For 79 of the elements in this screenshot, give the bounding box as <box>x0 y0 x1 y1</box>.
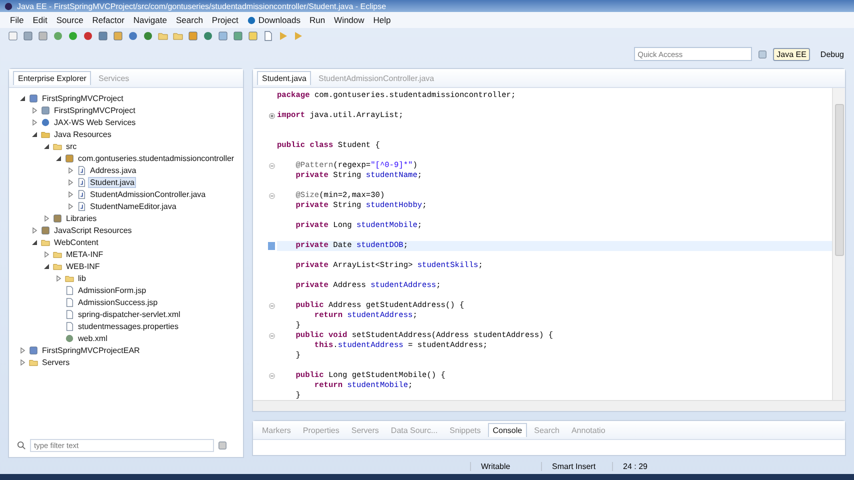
tree-item[interactable]: src <box>65 142 78 150</box>
expand-arrow-icon[interactable] <box>67 166 74 174</box>
java-file-icon <box>77 190 86 198</box>
tree-item[interactable]: Libraries <box>65 214 98 222</box>
collapse-fold-icon[interactable] <box>269 163 275 169</box>
tree-item[interactable]: WEB-INF <box>65 262 101 270</box>
panel-tab[interactable]: Console <box>488 423 528 437</box>
expand-arrow-icon[interactable] <box>43 250 50 258</box>
expand-arrow-icon[interactable] <box>19 358 26 366</box>
menu-item[interactable]: Source <box>52 15 88 25</box>
java-file-icon <box>77 178 86 186</box>
tree-item[interactable]: FirstSpringMVCProject <box>53 106 136 114</box>
tree-item[interactable]: StudentNameEditor.java <box>89 202 178 210</box>
eclipse-logo-icon <box>4 2 13 10</box>
bookmark-marker-icon <box>268 242 275 250</box>
collapse-fold-icon[interactable] <box>269 303 275 309</box>
tree-item[interactable]: META-INF <box>65 250 104 258</box>
window-title: Java EE - FirstSpringMVCProject/src/com/gontuseries/studentadmissioncontroller/Student.java - Eclipse <box>17 2 386 10</box>
tree-item[interactable]: com.gontuseries.studentadmissioncontroller <box>77 154 236 162</box>
menu-item[interactable]: Search <box>172 15 207 25</box>
java-file-icon <box>77 202 86 210</box>
search-icon <box>17 440 26 450</box>
menu-item[interactable]: Run <box>305 15 330 25</box>
expand-arrow-icon[interactable] <box>43 214 50 222</box>
menu-item[interactable]: Edit <box>28 15 52 25</box>
perspective-button[interactable]: Debug <box>816 48 848 60</box>
collapse-arrow-icon[interactable] <box>31 238 38 246</box>
expand-arrow-icon[interactable] <box>55 274 62 282</box>
collapse-arrow-icon[interactable] <box>43 262 50 270</box>
status-text: 24 : 29 <box>612 462 663 470</box>
expand-fold-icon[interactable] <box>269 113 275 119</box>
panel-tab[interactable]: Enterprise Explorer <box>13 71 92 85</box>
tree-item[interactable]: FirstSpringMVCProject <box>41 94 124 102</box>
editor-tab[interactable]: Student.java <box>257 71 312 85</box>
menu-item[interactable]: Project <box>208 15 242 25</box>
tree-item[interactable]: spring-dispatcher-servlet.xml <box>77 310 182 318</box>
tree-item[interactable]: StudentAdmissionController.java <box>89 190 207 198</box>
collapse-arrow-icon[interactable] <box>55 154 62 162</box>
menu-item[interactable]: Downloads <box>243 15 304 25</box>
tree-item[interactable]: WebContent <box>53 238 100 246</box>
tree-item[interactable]: AdmissionForm.jsp <box>77 286 148 294</box>
collapse-fold-icon[interactable] <box>269 333 275 339</box>
folder-icon <box>29 358 38 366</box>
circle-icon <box>247 16 256 24</box>
tree-item[interactable]: Address.java <box>89 166 138 174</box>
tree-item[interactable]: Java Resources <box>53 130 112 138</box>
tree-item[interactable]: studentmessages.properties <box>77 322 180 330</box>
tree-item[interactable]: Student.java <box>89 178 136 186</box>
expand-arrow-icon[interactable] <box>31 106 38 114</box>
menu-item[interactable]: Help <box>369 15 395 25</box>
menu-item[interactable]: Refactor <box>88 15 128 25</box>
collapse-fold-icon[interactable] <box>269 193 275 199</box>
tree-item[interactable]: AdmissionSuccess.jsp <box>77 298 159 306</box>
expand-arrow-icon[interactable] <box>67 202 74 210</box>
expand-arrow-icon[interactable] <box>67 190 74 198</box>
status-text: Writable <box>470 462 541 470</box>
tree-item[interactable]: FirstSpringMVCProjectEAR <box>41 346 141 354</box>
page-icon <box>263 31 273 41</box>
scrollbar[interactable] <box>253 400 845 411</box>
menu-item[interactable]: Window <box>330 15 368 25</box>
expand-arrow-icon[interactable] <box>19 346 26 354</box>
menu-item[interactable]: Navigate <box>129 15 171 25</box>
collapse-arrow-icon[interactable] <box>43 142 50 150</box>
tree-item[interactable]: Servers <box>41 358 71 366</box>
collapse-arrow-icon[interactable] <box>19 94 26 102</box>
expand-arrow-icon[interactable] <box>31 118 38 126</box>
perspective-button[interactable]: Java EE <box>772 48 810 60</box>
expand-arrow-icon[interactable] <box>67 178 74 186</box>
scrollbar[interactable] <box>832 88 845 400</box>
collapse-arrow-icon[interactable] <box>31 130 38 138</box>
tree-item[interactable]: lib <box>77 274 88 282</box>
collapse-fold-icon[interactable] <box>269 373 275 379</box>
tree-item[interactable]: JavaScript Resources <box>53 226 133 234</box>
status-text: Smart Insert <box>541 462 612 470</box>
java-file-icon <box>77 166 86 174</box>
tree-item[interactable]: JAX-WS Web Services <box>53 118 137 126</box>
menu-item[interactable]: File <box>6 15 28 25</box>
tree-item[interactable]: web.xml <box>77 334 108 342</box>
expand-arrow-icon[interactable] <box>31 226 38 234</box>
